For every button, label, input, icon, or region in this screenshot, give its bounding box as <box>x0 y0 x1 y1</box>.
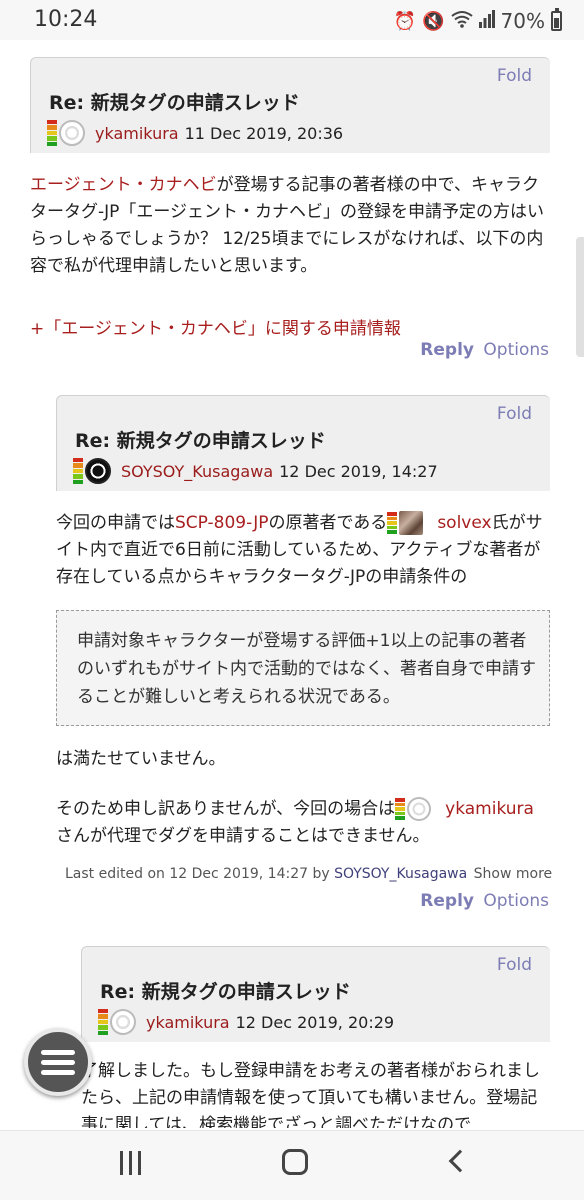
post-actions: Reply Options <box>420 340 549 360</box>
post-date: 11 Dec 2019, 20:36 <box>184 123 344 143</box>
fold-button[interactable]: Fold <box>497 955 532 975</box>
avatar[interactable] <box>59 120 85 146</box>
mute-icon: 🔇 <box>422 10 445 32</box>
navigation-bar <box>0 1130 584 1200</box>
last-edited: Last edited on 12 Dec 2019, 14:27 by SOY… <box>65 866 553 882</box>
fold-button[interactable]: Fold <box>497 404 532 424</box>
reply-button[interactable]: Reply <box>420 891 474 911</box>
post-meta: ykamikura 11 Dec 2019, 20:36 <box>47 120 344 147</box>
recent-apps-icon[interactable] <box>118 1151 144 1177</box>
karma-icon <box>387 512 398 534</box>
post-title: Re: 新規タグの申請スレッド <box>49 92 300 114</box>
post-meta: SOYSOY_Kusagawa 12 Dec 2019, 14:27 <box>73 458 438 485</box>
post-header: Fold Re: 新規タグの申請スレッド ykamikura 11 Dec 20… <box>30 57 550 153</box>
post-actions: Reply Options <box>420 891 549 911</box>
post-title: Re: 新規タグの申請スレッド <box>75 430 326 452</box>
post-body: 今回の申請ではSCP-809-JPの原著者である solvex氏がサイト内で直近で… <box>56 511 543 587</box>
page-link[interactable]: SCP-809-JP <box>175 513 268 533</box>
post-body: 了解しました。もし登録申請をお考えの著者様がおられましたら、上記の申請情報を使っ… <box>81 1061 540 1128</box>
home-icon[interactable] <box>282 1149 308 1175</box>
page-link[interactable]: エージェント・カナヘビ <box>30 175 217 195</box>
back-icon[interactable] <box>448 1149 472 1173</box>
user-link[interactable]: ykamikura <box>445 799 534 819</box>
edge-panel-handle[interactable] <box>576 237 584 357</box>
post-header: Fold Re: 新規タグの申請スレッド ykamikura 12 Dec 20… <box>81 946 550 1042</box>
options-button[interactable]: Options <box>483 340 549 360</box>
status-icons: ⏰ 🔇 70% <box>393 8 562 33</box>
battery-percent: 70% <box>500 9 545 33</box>
post-paragraph: は満たせていません。 <box>56 749 226 769</box>
battery-icon <box>551 8 562 31</box>
karma-icon <box>47 120 57 147</box>
status-time: 10:24 <box>34 7 98 32</box>
user-link[interactable]: solvex <box>437 513 491 533</box>
fold-button[interactable]: Fold <box>497 66 532 86</box>
post-date: 12 Dec 2019, 14:27 <box>279 461 438 481</box>
collapsible-toggle[interactable]: +「エージェント・カナヘビ」に関する申請情報 <box>30 316 550 343</box>
post-body: エージェント・カナヘビが登場する記事の著者様の中で、キャラクタータグ-JP「エー… <box>30 175 545 276</box>
karma-icon <box>73 458 83 485</box>
options-button[interactable]: Options <box>483 891 549 911</box>
quote-text: 申請対象キャラクターが登場する評価+1以上の記事の著者のいずれもがサイト内で活動… <box>77 631 536 707</box>
avatar[interactable] <box>407 797 432 821</box>
reply-button[interactable]: Reply <box>420 340 474 360</box>
menu-button[interactable] <box>24 1028 92 1096</box>
status-bar: 10:24 ⏰ 🔇 70% <box>0 0 584 40</box>
avatar[interactable] <box>85 458 111 484</box>
karma-icon <box>98 1009 108 1036</box>
author-link[interactable]: ykamikura <box>95 124 179 143</box>
post-header: Fold Re: 新規タグの申請スレッド SOYSOY_Kusagawa 12 … <box>56 395 550 491</box>
post-title: Re: 新規タグの申請スレッド <box>100 981 351 1003</box>
post-meta: ykamikura 12 Dec 2019, 20:29 <box>98 1009 395 1036</box>
avatar[interactable] <box>399 511 424 535</box>
wifi-icon <box>450 10 473 33</box>
show-more-link[interactable]: Show more <box>474 866 553 882</box>
author-link[interactable]: ykamikura <box>146 1013 230 1032</box>
post-paragraph: そのため申し訳ありませんが、今回の場合は ykamikuraさんが代理でダグを申請… <box>56 797 534 846</box>
signal-icon <box>478 9 495 33</box>
author-link[interactable]: SOYSOY_Kusagawa <box>121 462 273 481</box>
post-date: 12 Dec 2019, 20:29 <box>235 1012 395 1032</box>
blockquote: 申請対象キャラクターが登場する評価+1以上の記事の著者のいずれもがサイト内で活動… <box>56 610 550 726</box>
karma-icon <box>395 798 406 820</box>
alarm-icon: ⏰ <box>393 10 417 32</box>
editor-link[interactable]: SOYSOY_Kusagawa <box>334 866 467 882</box>
menu-icon <box>41 1050 75 1055</box>
avatar[interactable] <box>110 1009 136 1035</box>
